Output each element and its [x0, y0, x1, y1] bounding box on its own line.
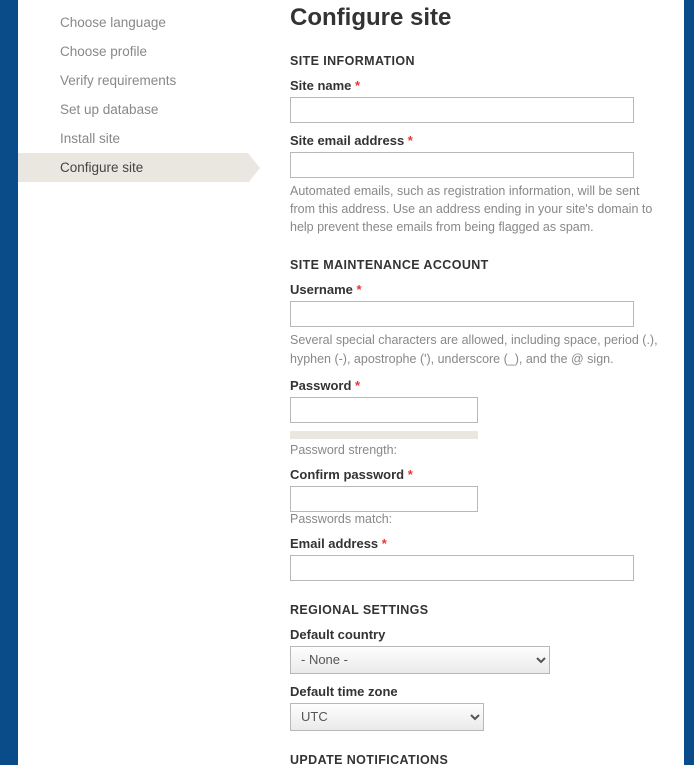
required-marker: *	[355, 78, 360, 93]
step-configure-site: Configure site	[18, 153, 248, 182]
site-email-input[interactable]	[290, 152, 634, 178]
default-country-select[interactable]: - None -	[290, 646, 550, 674]
default-timezone-label: Default time zone	[290, 684, 660, 699]
confirm-password-input[interactable]	[290, 486, 478, 512]
password-strength-bar	[290, 431, 478, 439]
step-choose-profile: Choose profile	[18, 37, 248, 66]
password-input[interactable]	[290, 397, 478, 423]
site-email-label: Site email address *	[290, 133, 660, 148]
default-timezone-select[interactable]: UTC	[290, 703, 484, 731]
username-label: Username *	[290, 282, 660, 297]
site-name-label: Site name *	[290, 78, 660, 93]
left-accent-band	[0, 0, 18, 765]
admin-email-label: Email address *	[290, 536, 660, 551]
step-choose-language: Choose language	[18, 8, 248, 37]
step-set-up-database: Set up database	[18, 95, 248, 124]
confirm-password-label: Confirm password *	[290, 467, 660, 482]
install-steps-sidebar: Choose language Choose profile Verify re…	[18, 0, 248, 765]
site-maintenance-heading: SITE MAINTENANCE ACCOUNT	[290, 258, 660, 272]
username-description: Several special characters are allowed, …	[290, 331, 660, 367]
required-marker: *	[408, 133, 413, 148]
required-marker: *	[357, 282, 362, 297]
main-form-area: Configure site SITE INFORMATION Site nam…	[248, 0, 684, 765]
password-label: Password *	[290, 378, 660, 393]
username-input[interactable]	[290, 301, 634, 327]
required-marker: *	[382, 536, 387, 551]
required-marker: *	[408, 467, 413, 482]
password-strength-label: Password strength:	[290, 443, 660, 457]
update-notifications-heading: UPDATE NOTIFICATIONS	[290, 753, 660, 765]
passwords-match-label: Passwords match:	[290, 512, 660, 526]
step-install-site: Install site	[18, 124, 248, 153]
required-marker: *	[355, 378, 360, 393]
step-verify-requirements: Verify requirements	[18, 66, 248, 95]
site-information-heading: SITE INFORMATION	[290, 54, 660, 68]
site-email-description: Automated emails, such as registration i…	[290, 182, 660, 236]
default-country-label: Default country	[290, 627, 660, 642]
admin-email-input[interactable]	[290, 555, 634, 581]
right-accent-band	[684, 0, 694, 765]
site-name-input[interactable]	[290, 97, 634, 123]
page-title: Configure site	[290, 4, 660, 32]
regional-settings-heading: REGIONAL SETTINGS	[290, 603, 660, 617]
